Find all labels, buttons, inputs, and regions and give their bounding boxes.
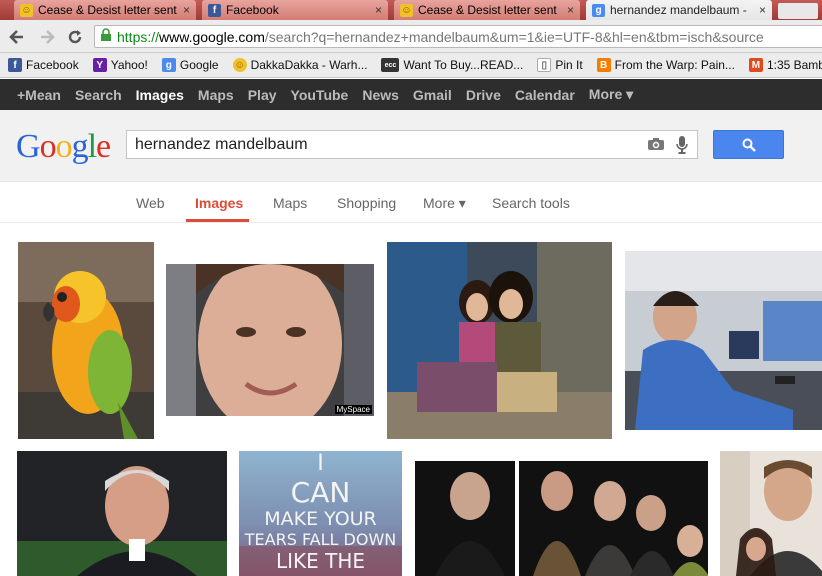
magento-icon: M xyxy=(748,58,763,72)
blogger-icon: B xyxy=(596,58,611,72)
bookmark-item[interactable]: ecc Want To Buy...READ... xyxy=(381,58,523,72)
close-icon[interactable]: × xyxy=(567,3,574,17)
microphone-icon[interactable] xyxy=(676,135,688,155)
tab-maps[interactable]: Maps xyxy=(273,195,307,211)
close-icon[interactable]: × xyxy=(759,3,766,17)
facebook-icon: f xyxy=(8,58,22,72)
gbar-item[interactable]: More ▾ xyxy=(589,86,633,103)
image-result-parrot[interactable] xyxy=(18,242,154,439)
browser-tab-title: hernandez mandelbaum - xyxy=(610,3,747,17)
browser-tab-title: Facebook xyxy=(226,3,279,17)
google-top-bar: +Mean Search Images Maps Play YouTube News Gmai… xyxy=(0,79,822,110)
tab-images[interactable]: Images xyxy=(195,195,243,211)
bookmark-label: Pin It xyxy=(555,58,583,72)
image-result-two-women[interactable] xyxy=(387,242,612,439)
bookmark-label: DakkaDakka - Warh... xyxy=(250,58,368,72)
forward-arrow-icon xyxy=(41,30,55,44)
url-path: /search?q=hernandez+mandelbaum&um=1&ie=U… xyxy=(264,28,764,45)
gbar-item[interactable]: Play xyxy=(248,87,277,103)
poster-text: I CAN MAKE YOUR TEARS FALL DOWN LIKE THE xyxy=(244,451,397,573)
search-header: Google xyxy=(0,110,822,182)
tab-web[interactable]: Web xyxy=(136,195,165,211)
tab-more[interactable]: More ▾ xyxy=(423,195,466,212)
close-icon[interactable]: × xyxy=(375,3,382,17)
gbar-item[interactable]: Images xyxy=(136,87,184,103)
browser-toolbar: https://www.google.com/search?q=hernande… xyxy=(0,20,822,53)
bookmark-item[interactable]: ☺ DakkaDakka - Warh... xyxy=(232,58,368,72)
search-button[interactable] xyxy=(713,130,784,159)
google-logo[interactable]: Google xyxy=(16,128,111,166)
smiley-icon: ☺ xyxy=(232,58,247,72)
gbar-item[interactable]: Gmail xyxy=(413,87,452,103)
smiley-icon: ☺ xyxy=(20,3,33,17)
gbar-item[interactable]: Maps xyxy=(198,87,234,103)
bookmark-label: Google xyxy=(179,58,219,72)
forward-button[interactable] xyxy=(37,27,57,47)
search-box xyxy=(126,130,698,159)
bookmarks-bar: f Facebook Y Yahoo! g Google ☺ DakkaDakka - War… xyxy=(0,53,822,78)
browser-tab-title: Cease & Desist letter sent xyxy=(38,3,177,17)
image-result-older-man[interactable] xyxy=(17,451,227,576)
facebook-icon: f xyxy=(208,3,221,17)
gbar-item[interactable]: Drive xyxy=(466,87,501,103)
url-host: www.google.com xyxy=(159,28,265,45)
bookmark-item[interactable]: ▯ Pin It xyxy=(537,58,583,72)
browser-tab-strip: ☺ Cease & Desist letter sent × f Faceboo… xyxy=(0,0,822,20)
search-input[interactable] xyxy=(127,131,627,158)
yahoo-icon: Y xyxy=(92,58,107,72)
gbar-item[interactable]: Search xyxy=(75,87,122,103)
image-result-rain-poster[interactable]: I CAN MAKE YOUR TEARS FALL DOWN LIKE THE xyxy=(239,451,402,576)
bookmark-item[interactable]: M1:35 Bambo xyxy=(748,58,822,72)
search-tools-button[interactable]: Search tools xyxy=(492,195,570,211)
bookmark-item[interactable]: B From the Warp: Pain... xyxy=(596,58,735,72)
back-button[interactable] xyxy=(7,27,27,47)
gbar-item[interactable]: News xyxy=(362,87,399,103)
browser-tab-title: Cease & Desist letter sent xyxy=(418,3,557,17)
close-icon[interactable]: × xyxy=(183,3,190,17)
search-type-tabs: Web Images Maps Shopping More ▾ Search t… xyxy=(0,183,822,223)
reload-icon xyxy=(68,30,82,44)
image-result-group-of-men[interactable] xyxy=(415,461,708,576)
lock-icon xyxy=(100,28,112,45)
bookmark-label: 1:35 Bambo xyxy=(766,58,822,72)
bookmark-label: Want To Buy...READ... xyxy=(403,58,524,72)
page-icon: ▯ xyxy=(537,58,552,72)
ecc-icon: ecc xyxy=(381,58,400,72)
smiley-icon: ☺ xyxy=(400,3,413,17)
browser-tab-4[interactable]: g hernandez mandelbaum - × xyxy=(586,0,772,20)
browser-tab-3[interactable]: ☺ Cease & Desist letter sent × xyxy=(394,0,580,20)
selected-tab-indicator xyxy=(186,219,249,222)
search-icon xyxy=(742,138,756,152)
image-result-man-with-girl[interactable] xyxy=(720,451,822,576)
url-scheme: https:// xyxy=(117,28,160,45)
gbar-item[interactable]: Calendar xyxy=(515,87,575,103)
image-results-grid: MySpace I CAN MAKE YOUR TEARS FALL DOWN … xyxy=(0,224,822,576)
reload-button[interactable] xyxy=(65,27,85,47)
bookmark-item[interactable]: g Google xyxy=(161,58,219,72)
google-icon: g xyxy=(592,3,605,17)
gbar-item[interactable]: +Mean xyxy=(17,87,61,103)
image-result-man-at-computers[interactable] xyxy=(625,251,822,430)
gbar-item[interactable]: YouTube xyxy=(291,87,349,103)
image-result-man-portrait[interactable]: MySpace xyxy=(166,264,374,416)
back-arrow-icon xyxy=(9,30,23,44)
bookmark-label: Facebook xyxy=(26,58,79,72)
bookmark-label: From the Warp: Pain... xyxy=(614,58,735,72)
bookmark-label: Yahoo! xyxy=(110,58,148,72)
tab-shopping[interactable]: Shopping xyxy=(337,195,396,211)
bookmark-item[interactable]: f Facebook xyxy=(8,58,79,72)
google-icon: g xyxy=(161,58,176,72)
browser-tab-1[interactable]: ☺ Cease & Desist letter sent × xyxy=(14,0,196,20)
address-bar[interactable]: https://www.google.com/search?q=hernande… xyxy=(94,25,822,48)
new-tab-button[interactable] xyxy=(778,3,818,19)
bookmark-item[interactable]: Y Yahoo! xyxy=(92,58,148,72)
image-source-tag: MySpace xyxy=(334,405,372,414)
camera-icon[interactable] xyxy=(647,137,665,151)
browser-tab-2[interactable]: f Facebook × xyxy=(202,0,388,20)
